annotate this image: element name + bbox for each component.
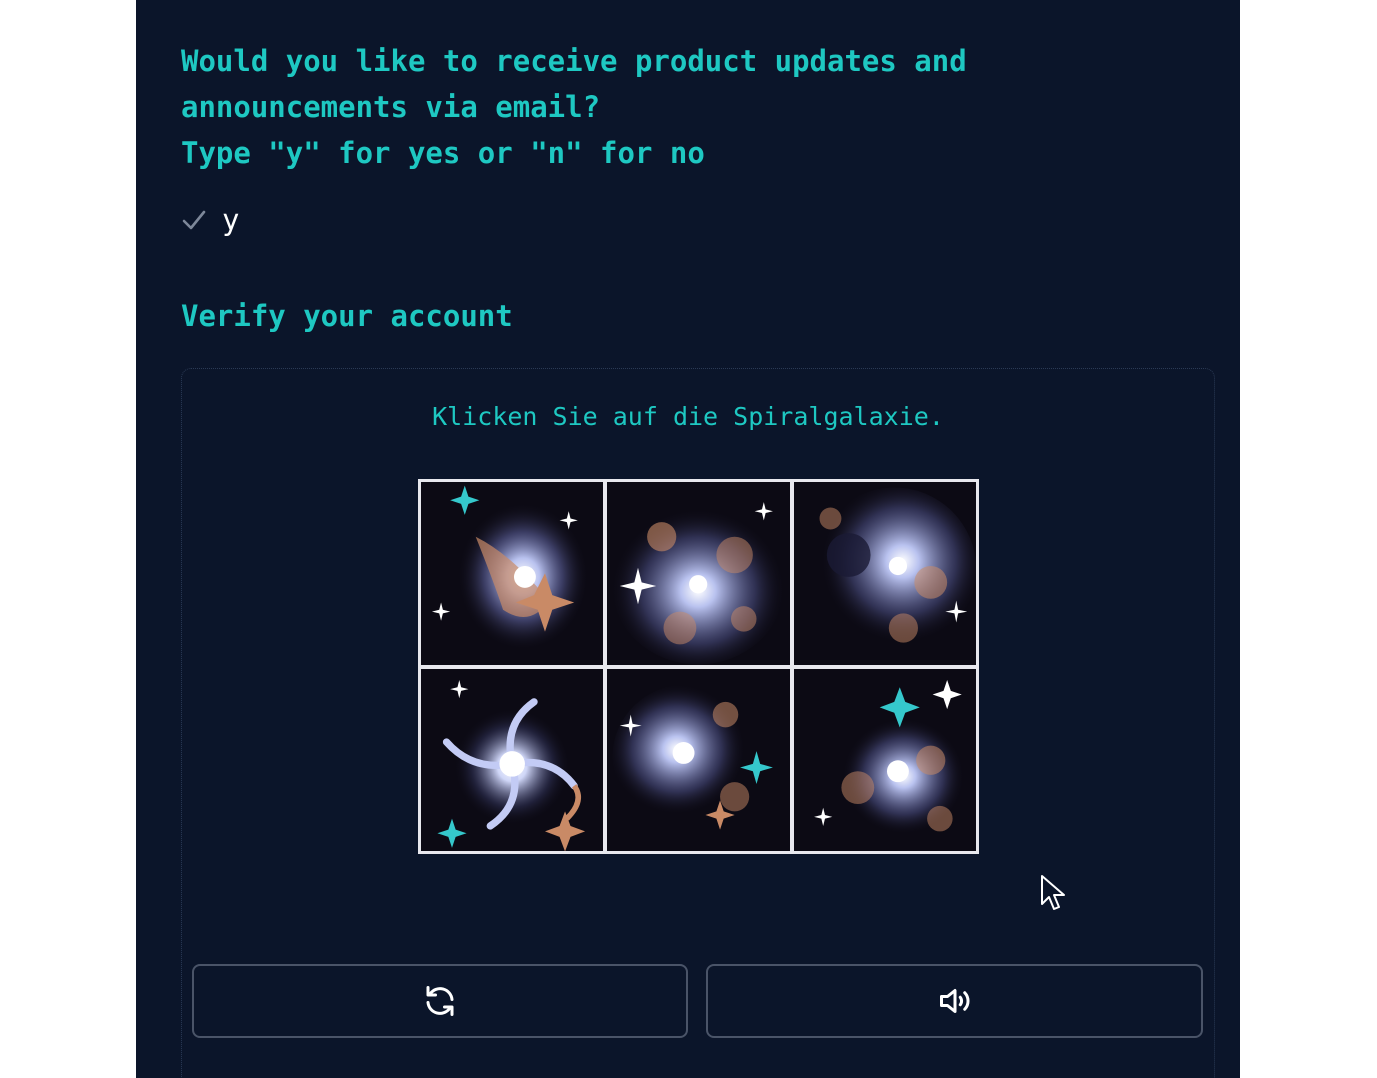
- captcha-tile-4[interactable]: [421, 668, 604, 851]
- galaxy-image: [421, 482, 604, 665]
- answer-row: y: [181, 200, 239, 240]
- speaker-icon: [939, 989, 969, 1013]
- answer-value: y: [222, 203, 240, 237]
- captcha-tile-1[interactable]: [421, 482, 604, 665]
- verify-heading: Verify your account: [181, 299, 513, 333]
- prompt-line-1: Would you like to receive product update…: [181, 44, 967, 78]
- galaxy-image: [793, 482, 976, 665]
- captcha-tile-3[interactable]: [793, 482, 976, 665]
- checkmark-icon: [182, 210, 206, 230]
- captcha-instruction: Klicken Sie auf die Spiralgalaxie.: [432, 402, 944, 431]
- prompt-line-2: announcements via email?: [181, 90, 601, 124]
- captcha-tile-6[interactable]: [793, 668, 976, 851]
- captcha-tile-5[interactable]: [607, 668, 790, 851]
- prompt-line-3: Type "y" for yes or "n" for no: [181, 136, 705, 170]
- galaxy-image: [793, 668, 976, 851]
- email-updates-prompt: Would you like to receive product update…: [181, 38, 967, 176]
- galaxy-image: [421, 668, 604, 851]
- captcha-tile-2[interactable]: [607, 482, 790, 665]
- terminal-panel: Would you like to receive product update…: [136, 0, 1240, 1078]
- refresh-captcha-button[interactable]: [192, 964, 688, 1038]
- captcha-image-grid: [418, 479, 979, 854]
- galaxy-image: [607, 668, 790, 851]
- refresh-icon: [426, 986, 454, 1016]
- galaxy-image: [607, 482, 790, 665]
- audio-captcha-button[interactable]: [706, 964, 1203, 1038]
